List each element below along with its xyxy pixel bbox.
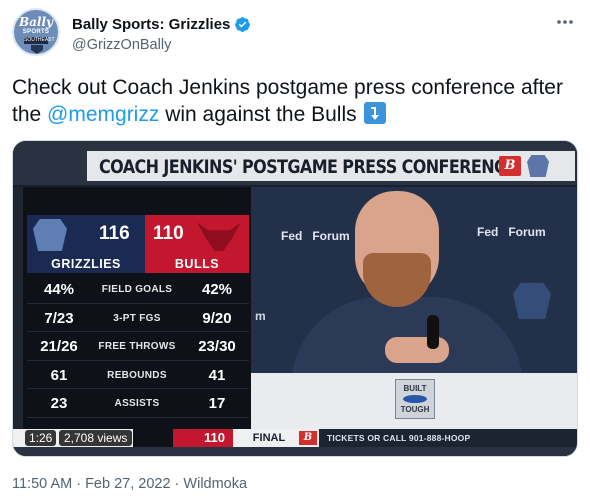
ticker-bally-icon: B — [299, 431, 317, 445]
coach-hands — [385, 337, 449, 363]
avatar-logo-sports: SPORTS — [22, 29, 50, 35]
bulls-label: BULLS — [145, 255, 249, 273]
stats-table: 44% FIELD GOALS 42% 7/23 3-PT FGS 9/20 2… — [27, 275, 249, 418]
stat-row: 21/26 FREE THROWS 23/30 — [27, 332, 249, 361]
stat-label: REBOUNDS — [107, 369, 167, 381]
stat-label: 3-PT FGS — [113, 312, 161, 324]
tough-text: TOUGH — [400, 405, 430, 414]
bulls-score: 110 — [153, 223, 184, 244]
stat-bulls-value: 41 — [208, 366, 226, 384]
avatar-logo-region: SOUTHEAST — [24, 37, 55, 44]
account-handle[interactable]: @GrizzOnBally — [72, 37, 171, 53]
stat-row: 23 ASSISTS 17 — [27, 389, 249, 418]
grizzlies-label: GRIZZLIES — [27, 255, 145, 273]
scoreboard-edge — [13, 187, 23, 429]
built-text: BUILT — [403, 384, 427, 393]
bulls-logo-icon — [197, 222, 241, 251]
grizzlies-logo-icon — [33, 219, 67, 251]
stat-row: 61 REBOUNDS 41 — [27, 361, 249, 389]
scoreboard: 116 110 GRIZZLIES BULLS 44% FIELD GOALS … — [13, 187, 251, 429]
video-banner: COACH JENKINS' POSTGAME PRESS CONFERENCE… — [13, 141, 577, 185]
built-ford-tough-logo: BUILT TOUGH — [395, 379, 435, 419]
stat-bulls-value: 17 — [208, 395, 226, 412]
stat-bulls-value: 42% — [201, 281, 233, 298]
stat-grizzlies-value: 44% — [43, 281, 75, 298]
fedexforum-logo-right: Fed Forum — [477, 225, 546, 239]
avatar-shield-icon — [31, 45, 43, 54]
tweet-header: Bally SPORTS SOUTHEAST Bally Sports: Gri… — [12, 6, 578, 58]
stat-row: 44% FIELD GOALS 42% — [27, 275, 249, 304]
avatar-logo-text: Bally — [18, 15, 53, 29]
bally-logo-icon: B — [499, 156, 521, 176]
grizzlies-score-block: 116 — [27, 215, 145, 255]
team-labels: GRIZZLIES BULLS — [27, 255, 249, 273]
banner-plate: COACH JENKINS' POSTGAME PRESS CONFERENCE… — [87, 151, 575, 183]
tweet-text-part2: win against the Bulls — [159, 103, 363, 126]
stat-row: 7/23 3-PT FGS 9/20 — [27, 304, 249, 332]
microphone-icon — [427, 315, 439, 349]
stat-grizzlies-value: 61 — [50, 366, 68, 384]
video-frame[interactable]: Fed Forum Fed Forum m BUILT TOUGH — [251, 187, 577, 429]
backdrop-text: m — [255, 309, 266, 323]
ticker-bar: 110 FINAL B TICKETS OR CALL 901-888-HOOP… — [13, 429, 577, 447]
bulls-score-block: 110 — [145, 215, 249, 255]
ticker-message: TICKETS OR CALL 901-888-HOOP — [319, 429, 577, 447]
ford-oval-icon — [403, 395, 427, 403]
video-views: 2,708 views — [59, 430, 133, 446]
stat-label: FIELD GOALS — [101, 284, 173, 295]
ticker-final: FINAL — [252, 432, 286, 444]
media-bottom-strip — [13, 447, 577, 456]
mention-link[interactable]: @memgrizz — [47, 103, 159, 126]
stat-bulls-value: 9/20 — [202, 309, 232, 327]
display-name[interactable]: Bally Sports: Grizzlies — [72, 16, 230, 33]
score-row: 116 110 — [27, 215, 249, 255]
name-row: Bally Sports: Grizzlies — [72, 14, 251, 34]
tweet-timestamp[interactable]: 11:50 AM · Feb 27, 2022 · Wildmoka — [12, 476, 247, 492]
video-player[interactable]: COACH JENKINS' POSTGAME PRESS CONFERENCE… — [12, 140, 578, 457]
verified-badge-icon — [234, 16, 251, 33]
stat-grizzlies-value: 23 — [50, 395, 68, 412]
stat-label: ASSISTS — [114, 398, 160, 409]
ticker-bulls-score: 110 — [173, 429, 233, 447]
stat-grizzlies-value: 7/23 — [44, 309, 74, 327]
banner-title: COACH JENKINS' POSTGAME PRESS CONFERENCE — [99, 155, 516, 178]
stat-grizzlies-value: 21/26 — [40, 338, 78, 355]
grizzlies-logo-icon — [527, 155, 549, 177]
video-duration: 1:26 — [25, 430, 57, 446]
arrow-down-right-icon — [364, 102, 387, 124]
grizzlies-score: 116 — [99, 223, 130, 244]
stat-label: FREE THROWS — [98, 341, 176, 352]
fedexforum-logo-left: Fed Forum — [281, 229, 350, 243]
more-options-icon[interactable] — [556, 15, 574, 31]
stat-bulls-value: 23/30 — [198, 338, 236, 355]
avatar[interactable]: Bally SPORTS SOUTHEAST — [12, 8, 60, 56]
tweet-text: Check out Coach Jenkins postgame press c… — [12, 74, 578, 128]
grizzlies-backdrop-logo-icon — [513, 283, 551, 319]
